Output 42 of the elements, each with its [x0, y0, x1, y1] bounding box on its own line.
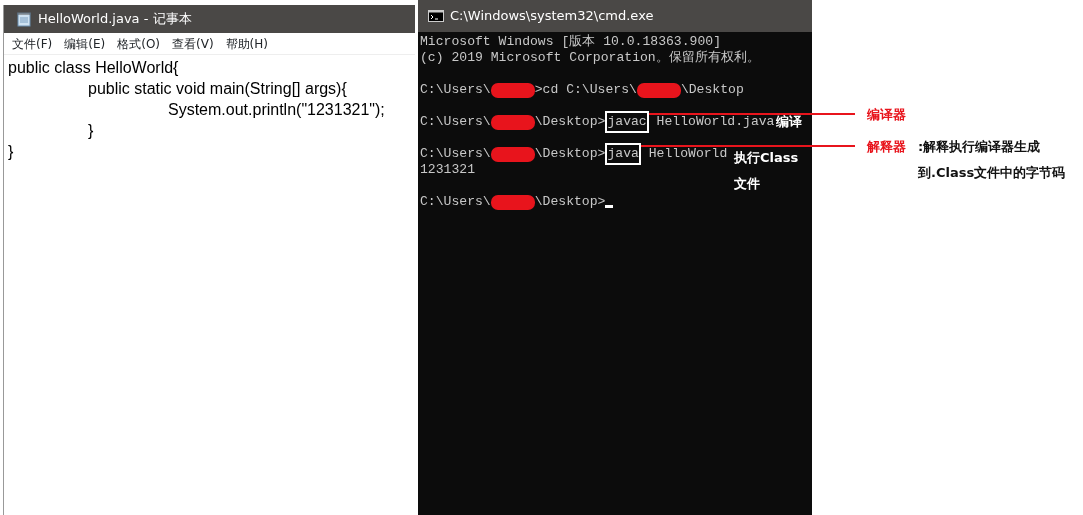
callout-description: :解释执行编译器生成到.Class文件中的字节码 — [918, 138, 1067, 182]
code-line: } — [8, 143, 14, 160]
console-text: 1231321 — [420, 162, 475, 178]
menu-item[interactable]: 编辑(E) — [60, 34, 114, 53]
code-line: public static void main(String[] args){ — [87, 80, 347, 97]
console-text: \Desktop> — [534, 114, 606, 130]
console-text: \Desktop> — [534, 194, 606, 210]
redaction-mark — [490, 114, 535, 130]
callout-label: 解释器 — [867, 138, 906, 156]
highlighted-command: javac — [605, 111, 649, 133]
window-title: C:\Windows\system32\cmd.exe — [450, 7, 654, 26]
console-text: (c) 2019 Microsoft Corporation。保留所有权利。 — [420, 50, 760, 66]
console-text: C:\Users\ — [420, 146, 491, 162]
menu-item[interactable]: 帮助(H) — [221, 34, 276, 53]
menu-item[interactable]: 文件(F) — [8, 34, 61, 53]
redaction-mark — [636, 82, 681, 98]
callout-label: 编译器 — [867, 106, 906, 124]
window-title: HelloWorld.java - 记事本 — [38, 10, 192, 29]
console-text: >cd C:\Users\ — [534, 82, 637, 98]
highlighted-command: java — [605, 143, 641, 165]
redaction-mark — [490, 82, 535, 98]
annotation-text: 文件 — [734, 176, 760, 191]
redaction-mark — [490, 194, 535, 210]
code-line: public class HelloWorld{ — [8, 59, 179, 76]
console-text: \Desktop — [680, 82, 744, 98]
console-text: C:\Users\ — [420, 82, 491, 98]
redaction-mark — [490, 146, 535, 162]
console-text: Microsoft Windows [版本 10.0.18363.900] — [420, 34, 721, 50]
annotation-text: 执行Class — [734, 150, 799, 165]
code-line: System.out.println("1231321"); — [167, 101, 385, 118]
annotation-text: 编译 — [776, 114, 803, 130]
console-text: C:\Users\ — [420, 194, 491, 210]
console-icon — [428, 10, 444, 22]
console-text: C:\Users\ — [420, 114, 491, 130]
console-text: HelloWorld — [647, 146, 728, 162]
console-text: HelloWorld.java — [655, 114, 775, 130]
menu-item[interactable]: 查看(V) — [168, 34, 222, 53]
text-cursor — [605, 205, 614, 208]
code-line: } — [87, 122, 94, 139]
menu-item[interactable]: 格式(O) — [113, 34, 169, 53]
console-text: \Desktop> — [534, 146, 606, 162]
notepad-icon — [16, 11, 32, 27]
